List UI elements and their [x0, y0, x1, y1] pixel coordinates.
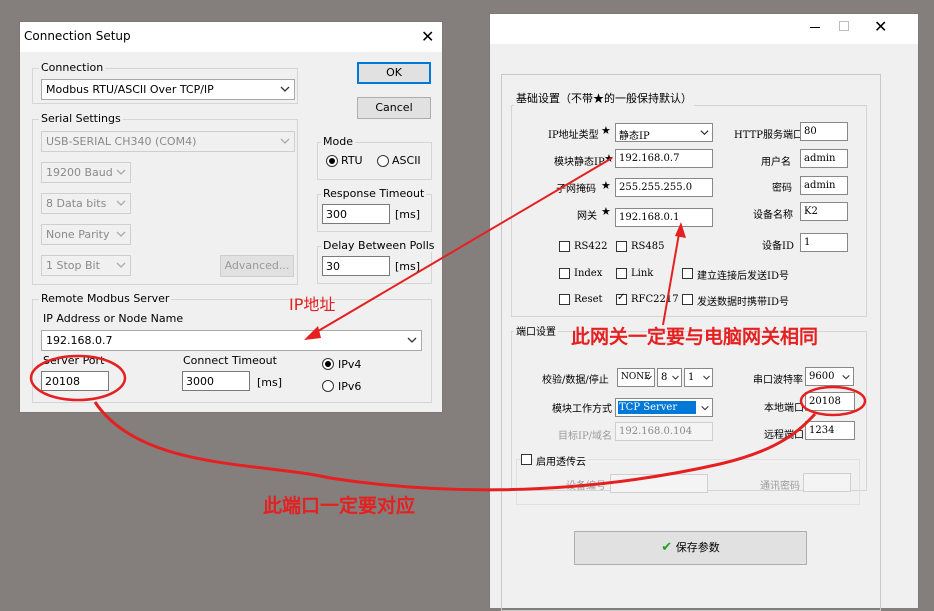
- arrow-ip: [307, 157, 613, 338]
- arrowhead-ip: [304, 326, 321, 340]
- annotation-port: 此端口一定要对应: [263, 495, 416, 517]
- arrowhead-gateway: [675, 222, 686, 238]
- annotation-overlay: [29, 157, 867, 492]
- server-port-circle: [29, 354, 127, 402]
- port-connector-curve: [93, 401, 817, 492]
- annotation-ip: IP地址: [289, 295, 336, 314]
- annotation-gateway: 此网关一定要与电脑网关相同: [571, 326, 819, 348]
- local-port-circle: [799, 385, 867, 417]
- arrow-gateway: [662, 227, 681, 326]
